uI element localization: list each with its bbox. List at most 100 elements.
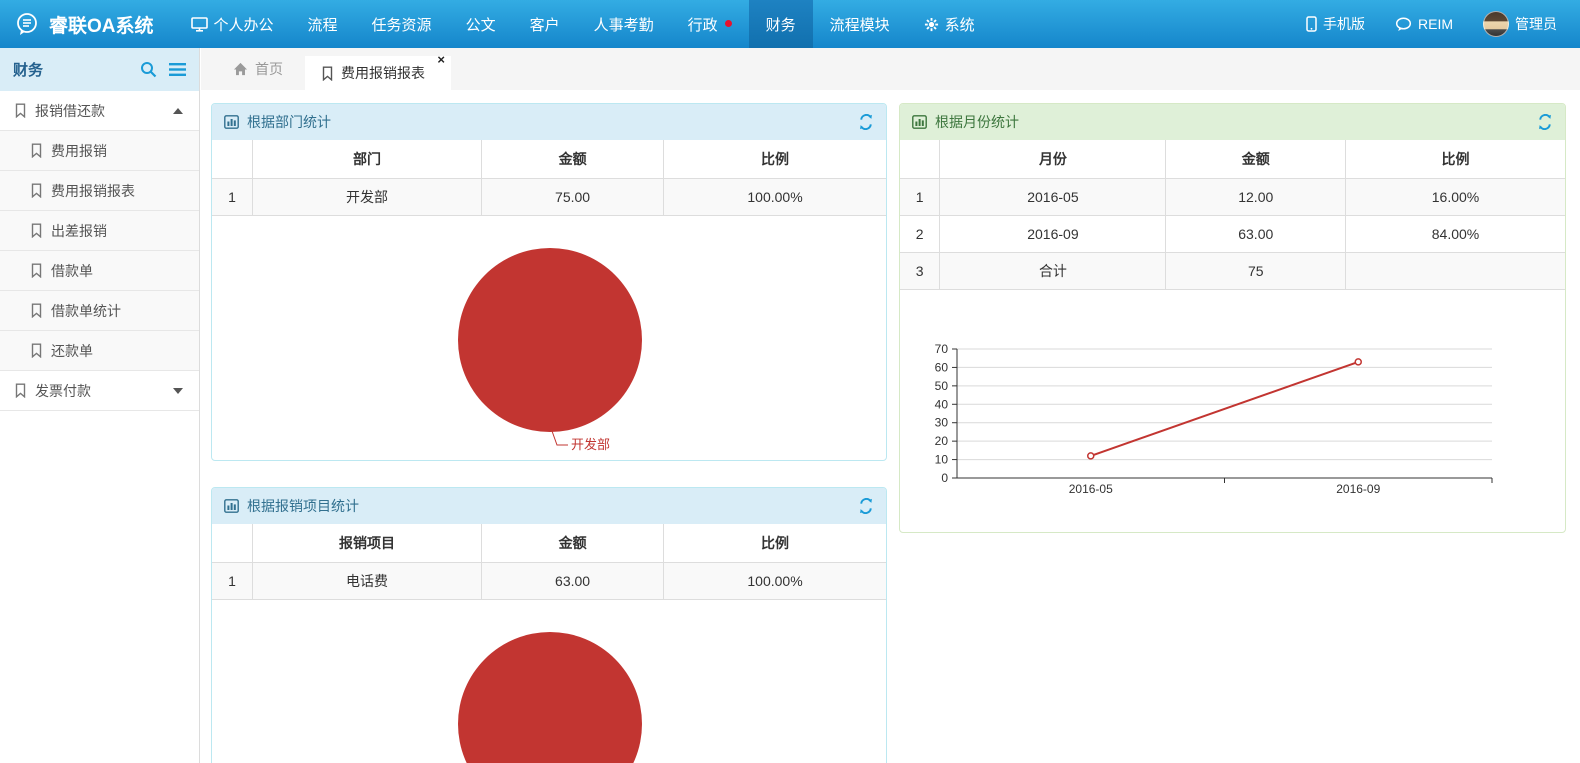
bookmark-icon [30, 263, 43, 278]
column-header: 月份 [940, 140, 1166, 178]
refresh-icon[interactable] [858, 114, 874, 130]
nav-item-workflow-module[interactable]: 流程模块 [813, 0, 907, 48]
tab-bar: 首页 费用报销报表 × [201, 48, 1580, 90]
sidebar-header: 财务 [0, 48, 199, 91]
table-cell: 2 [900, 215, 940, 252]
table-cell: 1 [900, 178, 940, 215]
sidebar-item-invoice-payment-group[interactable]: 发票付款 [0, 371, 199, 411]
sidebar-item-label: 还款单 [51, 341, 93, 361]
table-cell: 63.00 [482, 562, 664, 599]
table-cell: 开发部 [252, 178, 481, 215]
svg-text:0: 0 [941, 471, 948, 485]
svg-text:30: 30 [935, 415, 949, 429]
table-row: 12016-0512.0016.00% [900, 178, 1565, 215]
sidebar-item-loan-form[interactable]: 借款单 [0, 251, 199, 291]
bookmark-icon [30, 223, 43, 238]
table-cell: 2016-05 [940, 178, 1166, 215]
nav-item-label: 行政 [688, 14, 718, 35]
nav-item-admin-user[interactable]: 管理员 [1468, 0, 1572, 48]
table-header-row: 月份金额比例 [900, 140, 1565, 178]
column-header: 比例 [664, 140, 886, 178]
month-stats-table: 月份金额比例12016-0512.0016.00%22016-0963.0084… [900, 140, 1565, 290]
sidebar-item-travel-claim[interactable]: 出差报销 [0, 211, 199, 251]
nav-item-documents[interactable]: 公文 [449, 0, 513, 48]
nav-item-hr-attendance[interactable]: 人事考勤 [577, 0, 671, 48]
bookmark-icon [321, 66, 334, 81]
dept-stats-table: 部门金额比例1开发部75.00100.00% [212, 140, 886, 216]
sidebar-menu: 报销借还款费用报销费用报销报表出差报销借款单借款单统计还款单发票付款 [0, 91, 199, 411]
menu-toggle-icon[interactable] [169, 62, 186, 77]
column-header: 报销项目 [252, 524, 481, 562]
column-header: 部门 [252, 140, 481, 178]
sidebar-item-loan-form-stats[interactable]: 借款单统计 [0, 291, 199, 331]
item-pie-chart [212, 600, 886, 763]
svg-text:50: 50 [935, 378, 949, 392]
table-cell: 84.00% [1346, 215, 1565, 252]
brand-logo-icon [14, 11, 40, 37]
nav-item-customers[interactable]: 客户 [513, 0, 577, 48]
month-table: 月份金额比例12016-0512.0016.00%22016-0963.0084… [900, 140, 1565, 290]
sidebar-item-label: 费用报销 [51, 141, 107, 161]
nav-item-mobile-version[interactable]: 手机版 [1291, 0, 1380, 48]
nav-item-label: 流程模块 [830, 14, 890, 35]
desktop-icon [191, 17, 208, 32]
brand[interactable]: 睿联OA系统 [0, 0, 174, 48]
panel-title: 根据月份统计 [935, 112, 1019, 132]
panels-area: 根据部门统计 部门金额比例1开发部75.00100.00% 开发部 [201, 90, 1580, 763]
main-content: 首页 费用报销报表 × 根据部门统计 [201, 48, 1580, 763]
nav-item-personal-office[interactable]: 个人办公 [174, 0, 291, 48]
month-line-chart: 0102030405060702016-052016-09 [900, 290, 1565, 534]
bookmark-icon [30, 303, 43, 318]
sidebar-item-expense-claim[interactable]: 费用报销 [0, 131, 199, 171]
tab-expense-claim-report[interactable]: 费用报销报表 × [305, 56, 451, 90]
sidebar: 财务 报销借还款费用报销费用报销报表出差报销借款单借款单统计还款单发票付款 [0, 48, 200, 763]
caret-down-icon [173, 388, 183, 394]
notification-dot [725, 20, 732, 27]
nav-item-task-resource[interactable]: 任务资源 [355, 0, 449, 48]
main-nav: 个人办公流程任务资源公文客户人事考勤 行政 财务流程模块系统 [174, 0, 992, 48]
bar-chart-icon [224, 115, 239, 129]
nav-item-workflow[interactable]: 流程 [291, 0, 355, 48]
sidebar-item-expense-claim-report[interactable]: 费用报销报表 [0, 171, 199, 211]
sidebar-item-repayment-form[interactable]: 还款单 [0, 331, 199, 371]
sidebar-item-label: 出差报销 [51, 221, 107, 241]
nav-item-label: 手机版 [1323, 14, 1365, 34]
nav-item-label: 人事考勤 [594, 14, 654, 35]
panel-item-stats: 根据报销项目统计 报销项目金额比例1电话费63.00100.00% [211, 487, 887, 763]
table-header-row: 部门金额比例 [212, 140, 886, 178]
brand-title: 睿联OA系统 [49, 11, 154, 38]
dept-pie-chart: 开发部 [212, 216, 886, 462]
sidebar-item-label: 发票付款 [35, 381, 91, 401]
svg-text:20: 20 [935, 434, 949, 448]
nav-item-finance[interactable]: 财务 [749, 0, 813, 48]
tab-close-icon[interactable]: × [437, 53, 445, 66]
column-header: 比例 [664, 524, 886, 562]
panel-dept-header: 根据部门统计 [212, 104, 886, 140]
panel-title: 根据部门统计 [247, 112, 331, 132]
search-icon[interactable] [140, 61, 157, 78]
table-cell: 12.00 [1166, 178, 1346, 215]
svg-text:60: 60 [935, 360, 949, 374]
table-cell: 63.00 [1166, 215, 1346, 252]
tab-home[interactable]: 首页 [211, 48, 305, 90]
bar-chart-icon [224, 499, 239, 513]
svg-text:2016-05: 2016-05 [1069, 482, 1113, 496]
refresh-icon[interactable] [1537, 114, 1553, 130]
panel-item-header: 根据报销项目统计 [212, 488, 886, 524]
column-header: 金额 [1166, 140, 1346, 178]
nav-item-label: 公文 [466, 14, 496, 35]
table-cell: 75.00 [482, 178, 664, 215]
table-cell: 1 [212, 178, 252, 215]
pie-chart-svg: 开发部 [212, 216, 886, 461]
sidebar-title: 财务 [13, 59, 43, 80]
top-navbar: 睿联OA系统 个人办公流程任务资源公文客户人事考勤 行政 财务流程模块系统 手机版 R… [0, 0, 1580, 48]
sidebar-item-expense-loan-group[interactable]: 报销借还款 [0, 91, 199, 131]
svg-text:开发部: 开发部 [571, 437, 610, 452]
nav-item-admin[interactable]: 行政 [671, 0, 749, 48]
tab-label: 首页 [255, 59, 283, 79]
refresh-icon[interactable] [858, 498, 874, 514]
nav-item-system[interactable]: 系统 [907, 0, 992, 48]
table-cell: 2016-09 [940, 215, 1166, 252]
nav-item-reim[interactable]: REIM [1380, 0, 1468, 48]
tab-label: 费用报销报表 [341, 63, 425, 83]
